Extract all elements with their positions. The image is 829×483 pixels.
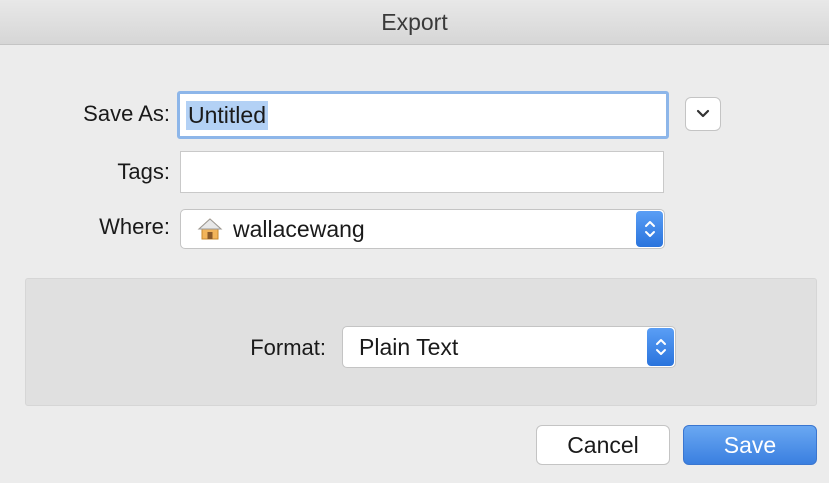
tags-label: Tags: <box>117 159 170 184</box>
where-stepper <box>636 211 663 247</box>
format-value: Plain Text <box>359 333 459 360</box>
save-as-label: Save As: <box>83 101 170 126</box>
up-down-arrows-icon <box>655 339 666 355</box>
format-stepper <box>647 328 674 366</box>
format-label: Format: <box>250 335 326 360</box>
tags-field[interactable] <box>180 151 664 193</box>
window-title: Export <box>381 8 448 35</box>
up-down-arrows-icon <box>644 221 655 237</box>
save-button-label: Save <box>723 431 777 458</box>
save-as-value: Untitled <box>186 100 268 130</box>
where-label: Where: <box>99 214 170 239</box>
cancel-button-label: Cancel <box>567 431 639 458</box>
chevron-down-icon <box>696 109 710 118</box>
cancel-button[interactable]: Cancel <box>536 425 670 465</box>
home-folder-icon <box>197 216 223 242</box>
where-popup[interactable]: wallacewang <box>180 209 665 249</box>
expand-dialog-button[interactable] <box>685 97 721 131</box>
save-as-field[interactable]: Untitled <box>177 91 669 139</box>
export-dialog: Export Save As: Untitled Tags: Where: wa… <box>0 0 829 483</box>
save-button[interactable]: Save <box>683 425 817 465</box>
format-popup[interactable]: Plain Text <box>342 326 676 368</box>
where-value: wallacewang <box>233 215 365 242</box>
title-bar: Export <box>0 0 829 45</box>
